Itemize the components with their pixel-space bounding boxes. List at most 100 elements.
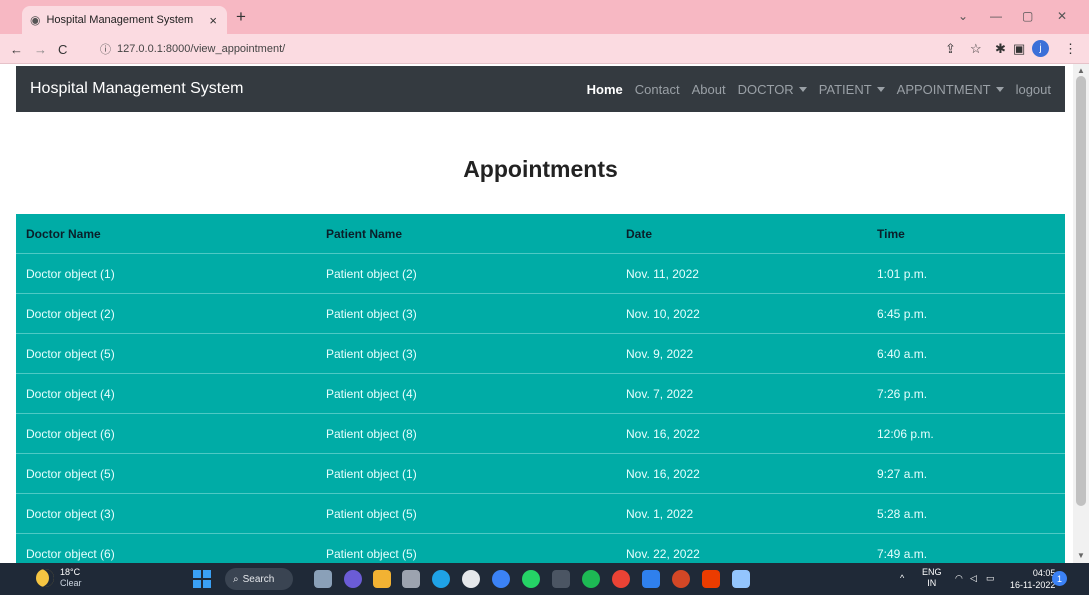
bookmark-star-icon[interactable]: ☆: [970, 41, 982, 57]
spotify-icon[interactable]: [582, 570, 600, 588]
scroll-up-icon[interactable]: ▲: [1077, 66, 1085, 75]
taskbar-search-label: Search: [242, 573, 275, 585]
extensions-icon[interactable]: ✱: [995, 41, 1006, 57]
colorful-app-icon[interactable]: [492, 570, 510, 588]
snipping-tool-icon[interactable]: [732, 570, 750, 588]
file-explorer-icon[interactable]: [373, 570, 391, 588]
table-row: Doctor object (5) Patient object (3) Nov…: [16, 334, 1065, 374]
browser-tab-bar: ◉ Hospital Management System × + ⌄ — ▢ ✕: [0, 0, 1089, 34]
tray-chevron-icon[interactable]: ^: [900, 573, 904, 583]
notification-badge[interactable]: 1: [1052, 571, 1067, 586]
app-window-icon[interactable]: [552, 570, 570, 588]
restore-icon[interactable]: ▢: [1022, 9, 1033, 23]
cell-doctor: Doctor object (4): [26, 386, 115, 401]
cell-date: Nov. 7, 2022: [626, 386, 694, 401]
cell-doctor: Doctor object (5): [26, 466, 115, 481]
forward-icon[interactable]: →: [34, 42, 47, 57]
cell-time: 5:28 a.m.: [877, 506, 928, 521]
taskbar-search[interactable]: ⌕ Search: [225, 568, 293, 590]
nav-doctor-dropdown[interactable]: DOCTOR: [738, 82, 807, 97]
table-row: Doctor object (2) Patient object (3) Nov…: [16, 294, 1065, 334]
minimize-icon[interactable]: —: [990, 9, 1002, 23]
battery-icon[interactable]: ▭: [986, 573, 995, 584]
cell-doctor: Doctor object (6): [26, 426, 115, 441]
edge-icon[interactable]: [432, 570, 450, 588]
scroll-down-icon[interactable]: ▼: [1077, 551, 1085, 560]
browser-tab[interactable]: ◉ Hospital Management System ×: [22, 6, 227, 34]
cell-time: 6:45 p.m.: [877, 306, 928, 321]
page-title: Appointments: [463, 156, 618, 182]
clock-date: 16-11-2022: [1010, 580, 1056, 590]
chat-icon[interactable]: [344, 570, 362, 588]
powerpoint-icon[interactable]: [672, 570, 690, 588]
volume-icon[interactable]: ◁: [970, 573, 977, 584]
caret-down-icon: [995, 86, 1004, 92]
weather-widget[interactable]: 18°C Clear: [36, 567, 82, 589]
reload-icon[interactable]: C: [58, 42, 67, 57]
header-doctor-name: Doctor Name: [26, 226, 101, 241]
vscode-icon[interactable]: [642, 570, 660, 588]
appointments-table: Doctor Name Patient Name Date Time Docto…: [16, 214, 1065, 563]
url-field[interactable]: ⓘ 127.0.0.1:8000/view_appointment/: [100, 38, 970, 60]
weather-condition: Clear: [60, 578, 82, 588]
tab-close-icon[interactable]: ×: [207, 13, 219, 28]
close-window-icon[interactable]: ✕: [1057, 9, 1067, 23]
cell-date: Nov. 1, 2022: [626, 506, 694, 521]
nav-doctor-label: DOCTOR: [737, 81, 794, 97]
info-icon: ⓘ: [100, 44, 111, 56]
cell-date: Nov. 10, 2022: [626, 306, 700, 321]
windows-start-icon[interactable]: [193, 570, 211, 588]
cell-time: 7:49 a.m.: [877, 546, 928, 561]
cell-patient: Patient object (5): [326, 506, 417, 521]
screen: ◉ Hospital Management System × + ⌄ — ▢ ✕…: [0, 0, 1089, 595]
clock-time: 04:05: [1032, 568, 1056, 578]
cell-time: 6:40 a.m.: [877, 346, 928, 361]
task-view-icon[interactable]: [314, 570, 332, 588]
cell-date: Nov. 11, 2022: [626, 266, 699, 281]
share-icon[interactable]: ⇪: [945, 41, 956, 57]
side-panel-icon[interactable]: ▣: [1013, 41, 1025, 57]
cell-date: Nov. 9, 2022: [626, 346, 694, 361]
page-viewport: Hospital Management System Home Contact …: [0, 64, 1073, 563]
tab-title: Hospital Management System: [46, 14, 194, 26]
cell-patient: Patient object (2): [326, 266, 417, 281]
navbar-brand[interactable]: Hospital Management System: [30, 80, 575, 98]
store-icon[interactable]: [402, 570, 420, 588]
address-bar: ← → C ⓘ 127.0.0.1:8000/view_appointment/…: [0, 34, 1089, 64]
table-row: Doctor object (3) Patient object (5) Nov…: [16, 494, 1065, 534]
scrollbar-thumb[interactable]: [1076, 76, 1086, 506]
header-date: Date: [626, 226, 653, 241]
nav-patient-label: PATIENT: [818, 81, 872, 97]
cell-patient: Patient object (8): [326, 426, 417, 441]
globe-icon: ◉: [30, 13, 41, 27]
cell-time: 1:01 p.m.: [877, 266, 928, 281]
cell-doctor: Doctor object (6): [26, 546, 115, 561]
cell-patient: Patient object (1): [326, 466, 417, 481]
language-indicator[interactable]: ENG IN: [922, 567, 942, 589]
nav-logout[interactable]: logout: [1016, 82, 1051, 97]
app-icon[interactable]: [462, 570, 480, 588]
wifi-icon[interactable]: ◠: [955, 573, 963, 584]
menu-icon[interactable]: ⋮: [1064, 41, 1077, 57]
page-scrollbar[interactable]: ▲ ▼: [1073, 64, 1089, 563]
tab-search-icon[interactable]: ⌄: [958, 9, 968, 23]
cell-date: Nov. 16, 2022: [626, 466, 700, 481]
nav-appointment-label: APPOINTMENT: [896, 81, 991, 97]
whatsapp-icon[interactable]: [522, 570, 540, 588]
nav-home[interactable]: Home: [587, 82, 623, 97]
office-icon[interactable]: [702, 570, 720, 588]
new-tab-button[interactable]: +: [236, 8, 246, 26]
language-code: ENG: [922, 567, 942, 577]
nav-contact[interactable]: Contact: [635, 82, 680, 97]
chrome-icon[interactable]: [612, 570, 630, 588]
back-icon[interactable]: ←: [10, 42, 23, 57]
nav-patient-dropdown[interactable]: PATIENT: [819, 82, 885, 97]
cell-patient: Patient object (3): [326, 346, 417, 361]
profile-avatar[interactable]: j: [1032, 40, 1049, 57]
caret-down-icon: [876, 86, 885, 92]
nav-about[interactable]: About: [692, 82, 726, 97]
taskbar-clock[interactable]: 04:05 16-11-2022: [1010, 567, 1055, 591]
nav-appointment-dropdown[interactable]: APPOINTMENT: [897, 82, 1004, 97]
cell-date: Nov. 16, 2022: [626, 426, 700, 441]
search-icon: ⌕: [233, 573, 239, 585]
